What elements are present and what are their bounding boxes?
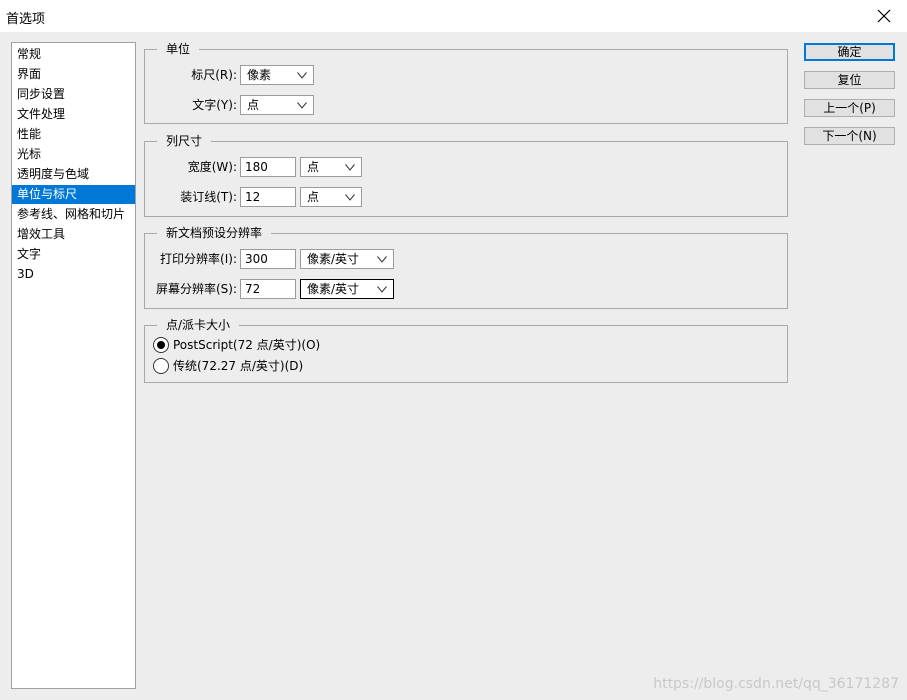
type-unit-label: 文字(Y):: [192, 98, 237, 112]
screen-resolution-unit-value: 像素/英寸: [307, 282, 360, 296]
print-resolution-value: 300: [245, 252, 268, 266]
window-title: 首选项: [6, 12, 46, 27]
chevron-down-icon: [377, 256, 387, 263]
nav-item-cursors[interactable]: 光标: [12, 145, 135, 164]
nav-item-type[interactable]: 文字: [12, 245, 135, 264]
postscript-label: PostScript(72 点/英寸)(O): [173, 338, 321, 352]
width-unit-select[interactable]: 点: [300, 157, 362, 177]
nav-item-file-handling[interactable]: 文件处理: [12, 105, 135, 124]
watermark: https://blog.csdn.net/qq_36171287: [653, 676, 899, 692]
width-input[interactable]: 180: [240, 157, 296, 177]
chevron-down-icon: [377, 286, 387, 293]
gutter-label: 装订线(T):: [180, 190, 237, 204]
nav-item-sync-settings[interactable]: 同步设置: [12, 85, 135, 104]
gutter-unit-value: 点: [307, 190, 320, 204]
screen-resolution-unit-select[interactable]: 像素/英寸: [300, 279, 394, 299]
nav-item-plugins[interactable]: 增效工具: [12, 225, 135, 244]
chevron-down-icon: [345, 164, 355, 171]
type-unit-select[interactable]: 点: [240, 95, 314, 115]
close-icon: [877, 9, 891, 23]
chevron-down-icon: [297, 102, 307, 109]
ruler-unit-select[interactable]: 像素: [240, 65, 314, 85]
nav-item-transparency-gamut[interactable]: 透明度与色域: [12, 165, 135, 184]
nav-item-units-rulers[interactable]: 单位与标尺: [12, 185, 135, 204]
width-value: 180: [245, 160, 268, 174]
print-resolution-unit-select[interactable]: 像素/英寸: [300, 249, 394, 269]
print-resolution-unit-value: 像素/英寸: [307, 252, 360, 266]
chevron-down-icon: [297, 72, 307, 79]
nav-item-3d[interactable]: 3D: [12, 265, 135, 284]
gutter-value: 12: [245, 190, 261, 204]
print-resolution-label: 打印分辨率(I):: [160, 252, 237, 266]
column-size-group-title: 列尺寸: [157, 133, 212, 149]
prev-button[interactable]: 上一个(P): [804, 99, 895, 117]
units-group-title: 单位: [157, 41, 200, 57]
gutter-input[interactable]: 12: [240, 187, 296, 207]
width-unit-value: 点: [307, 160, 320, 174]
radio-selected-dot: [157, 341, 165, 349]
title-bar: 首选项: [0, 0, 907, 32]
new-doc-resolution-group-title: 新文档预设分辨率: [157, 225, 272, 241]
category-list[interactable]: 常规 界面 同步设置 文件处理 性能 光标 透明度与色域 单位与标尺 参考线、网…: [11, 42, 136, 689]
ruler-label: 标尺(R):: [191, 68, 237, 82]
nav-item-performance[interactable]: 性能: [12, 125, 135, 144]
nav-item-general[interactable]: 常规: [12, 45, 135, 64]
postscript-radio[interactable]: [153, 337, 169, 353]
screen-resolution-label: 屏幕分辨率(S):: [155, 282, 237, 296]
next-button[interactable]: 下一个(N): [804, 127, 895, 145]
screen-resolution-input[interactable]: 72: [240, 279, 296, 299]
ruler-unit-value: 像素: [247, 68, 272, 82]
width-label: 宽度(W):: [187, 160, 237, 174]
traditional-radio[interactable]: [153, 358, 169, 374]
close-button[interactable]: [861, 0, 907, 32]
reset-button[interactable]: 复位: [804, 71, 895, 89]
gutter-unit-select[interactable]: 点: [300, 187, 362, 207]
nav-item-guides-grid-slices[interactable]: 参考线、网格和切片: [12, 205, 135, 224]
chevron-down-icon: [345, 194, 355, 201]
type-unit-value: 点: [247, 98, 260, 112]
print-resolution-input[interactable]: 300: [240, 249, 296, 269]
point-size-group-title: 点/派卡大小: [157, 317, 240, 333]
ok-button[interactable]: 确定: [804, 43, 895, 61]
screen-resolution-value: 72: [245, 282, 261, 296]
nav-item-interface[interactable]: 界面: [12, 65, 135, 84]
traditional-label: 传统(72.27 点/英寸)(D): [173, 359, 304, 373]
